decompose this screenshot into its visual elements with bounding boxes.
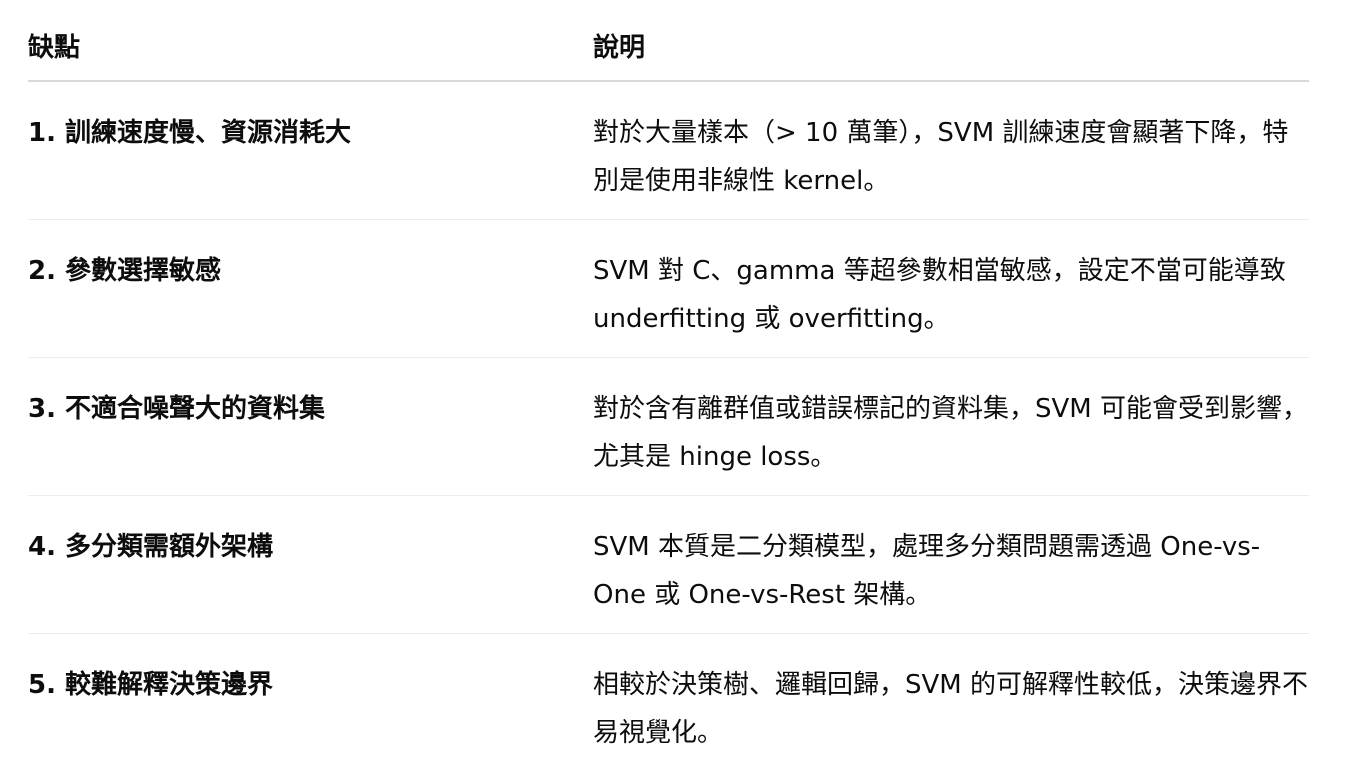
drawback-cell: 5. 較難解釋決策邊界 xyxy=(28,670,274,700)
drawback-cell: 1. 訓練速度慢、資源消耗大 xyxy=(28,118,352,148)
table-row: 2. 參數選擇敏感 SVM 對 C、gamma 等超參數相當敏感，設定不當可能導… xyxy=(28,220,1309,358)
description-cell: 對於大量樣本（> 10 萬筆），SVM 訓練速度會顯著下降，特別是使用非線性 k… xyxy=(593,118,1289,196)
header-description: 說明 xyxy=(593,33,646,63)
description-cell: 相較於決策樹、邏輯回歸，SVM 的可解釋性較低，決策邊界不易視覺化。 xyxy=(593,670,1308,748)
table-row: 1. 訓練速度慢、資源消耗大 對於大量樣本（> 10 萬筆），SVM 訓練速度會… xyxy=(28,82,1309,220)
drawback-cell: 3. 不適合噪聲大的資料集 xyxy=(28,394,326,424)
description-cell: SVM 本質是二分類模型，處理多分類問題需透過 One-vs-One 或 One… xyxy=(593,532,1261,610)
description-cell: SVM 對 C、gamma 等超參數相當敏感，設定不當可能導致 underfit… xyxy=(593,256,1286,334)
table-header-row: 缺點 說明 xyxy=(28,0,1309,82)
header-drawback: 缺點 xyxy=(28,33,81,63)
description-cell: 對於含有離群值或錯誤標記的資料集，SVM 可能會受到影響，尤其是 hinge l… xyxy=(593,394,1308,472)
drawbacks-table: 缺點 說明 1. 訓練速度慢、資源消耗大 對於大量樣本（> 10 萬筆），SVM… xyxy=(28,0,1309,772)
drawback-cell: 2. 參數選擇敏感 xyxy=(28,256,222,286)
drawback-cell: 4. 多分類需額外架構 xyxy=(28,532,274,562)
table-row: 3. 不適合噪聲大的資料集 對於含有離群值或錯誤標記的資料集，SVM 可能會受到… xyxy=(28,358,1309,496)
table-row: 5. 較難解釋決策邊界 相較於決策樹、邏輯回歸，SVM 的可解釋性較低，決策邊界… xyxy=(28,634,1309,772)
table-row: 4. 多分類需額外架構 SVM 本質是二分類模型，處理多分類問題需透過 One-… xyxy=(28,496,1309,634)
